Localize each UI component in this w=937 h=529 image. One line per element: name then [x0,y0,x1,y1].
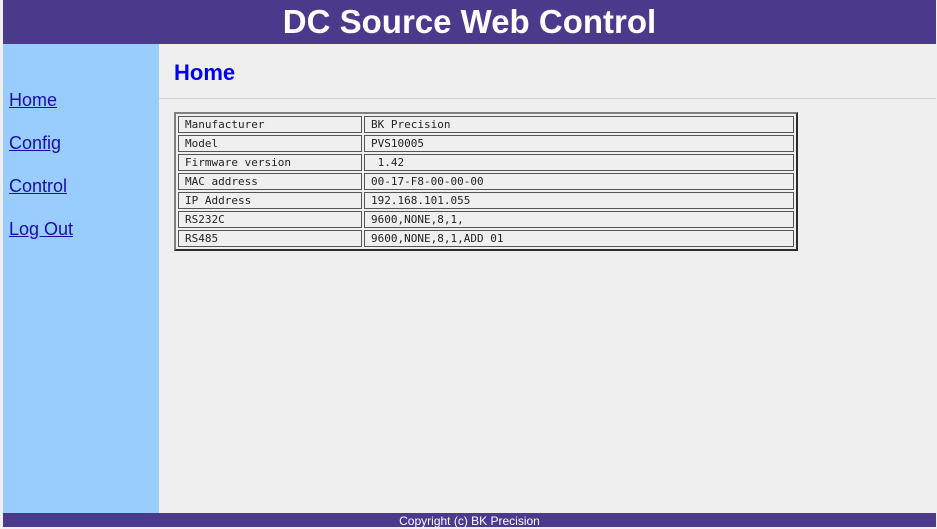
info-key: Manufacturer [178,116,362,133]
table-row: Firmware version 1.42 [178,154,794,171]
title-divider [159,98,936,99]
nav-link-home[interactable]: Home [9,90,57,111]
info-key: Firmware version [178,154,362,171]
info-value: 00-17-F8-00-00-00 [364,173,794,190]
info-value: PVS10005 [364,135,794,152]
main-content: Home Manufacturer BK Precision Model PVS… [159,44,936,513]
device-info-table: Manufacturer BK Precision Model PVS10005… [174,112,798,251]
info-value: 9600,NONE,8,1, [364,211,794,228]
footer: Copyright (c) BK Precision [3,513,936,528]
info-value: 192.168.101.055 [364,192,794,209]
table-row: MAC address 00-17-F8-00-00-00 [178,173,794,190]
nav-link-control[interactable]: Control [9,176,67,197]
table-row: IP Address 192.168.101.055 [178,192,794,209]
nav-link-config[interactable]: Config [9,133,61,154]
info-key: IP Address [178,192,362,209]
info-value: 9600,NONE,8,1,ADD 01 [364,230,794,247]
table-row: RS232C 9600,NONE,8,1, [178,211,794,228]
app-title: DC Source Web Control [282,3,657,40]
info-key: Model [178,135,362,152]
page-title: Home [174,60,236,85]
info-key: RS485 [178,230,362,247]
app-header: DC Source Web Control [3,0,936,44]
info-key: MAC address [178,173,362,190]
table-row: RS485 9600,NONE,8,1,ADD 01 [178,230,794,247]
sidebar: Home Config Control Log Out [3,44,159,513]
info-value: 1.42 [364,154,794,171]
nav-link-log-out[interactable]: Log Out [9,219,73,240]
table-row: Manufacturer BK Precision [178,116,794,133]
info-key: RS232C [178,211,362,228]
copyright-text: Copyright (c) BK Precision [399,514,540,528]
table-row: Model PVS10005 [178,135,794,152]
info-value: BK Precision [364,116,794,133]
